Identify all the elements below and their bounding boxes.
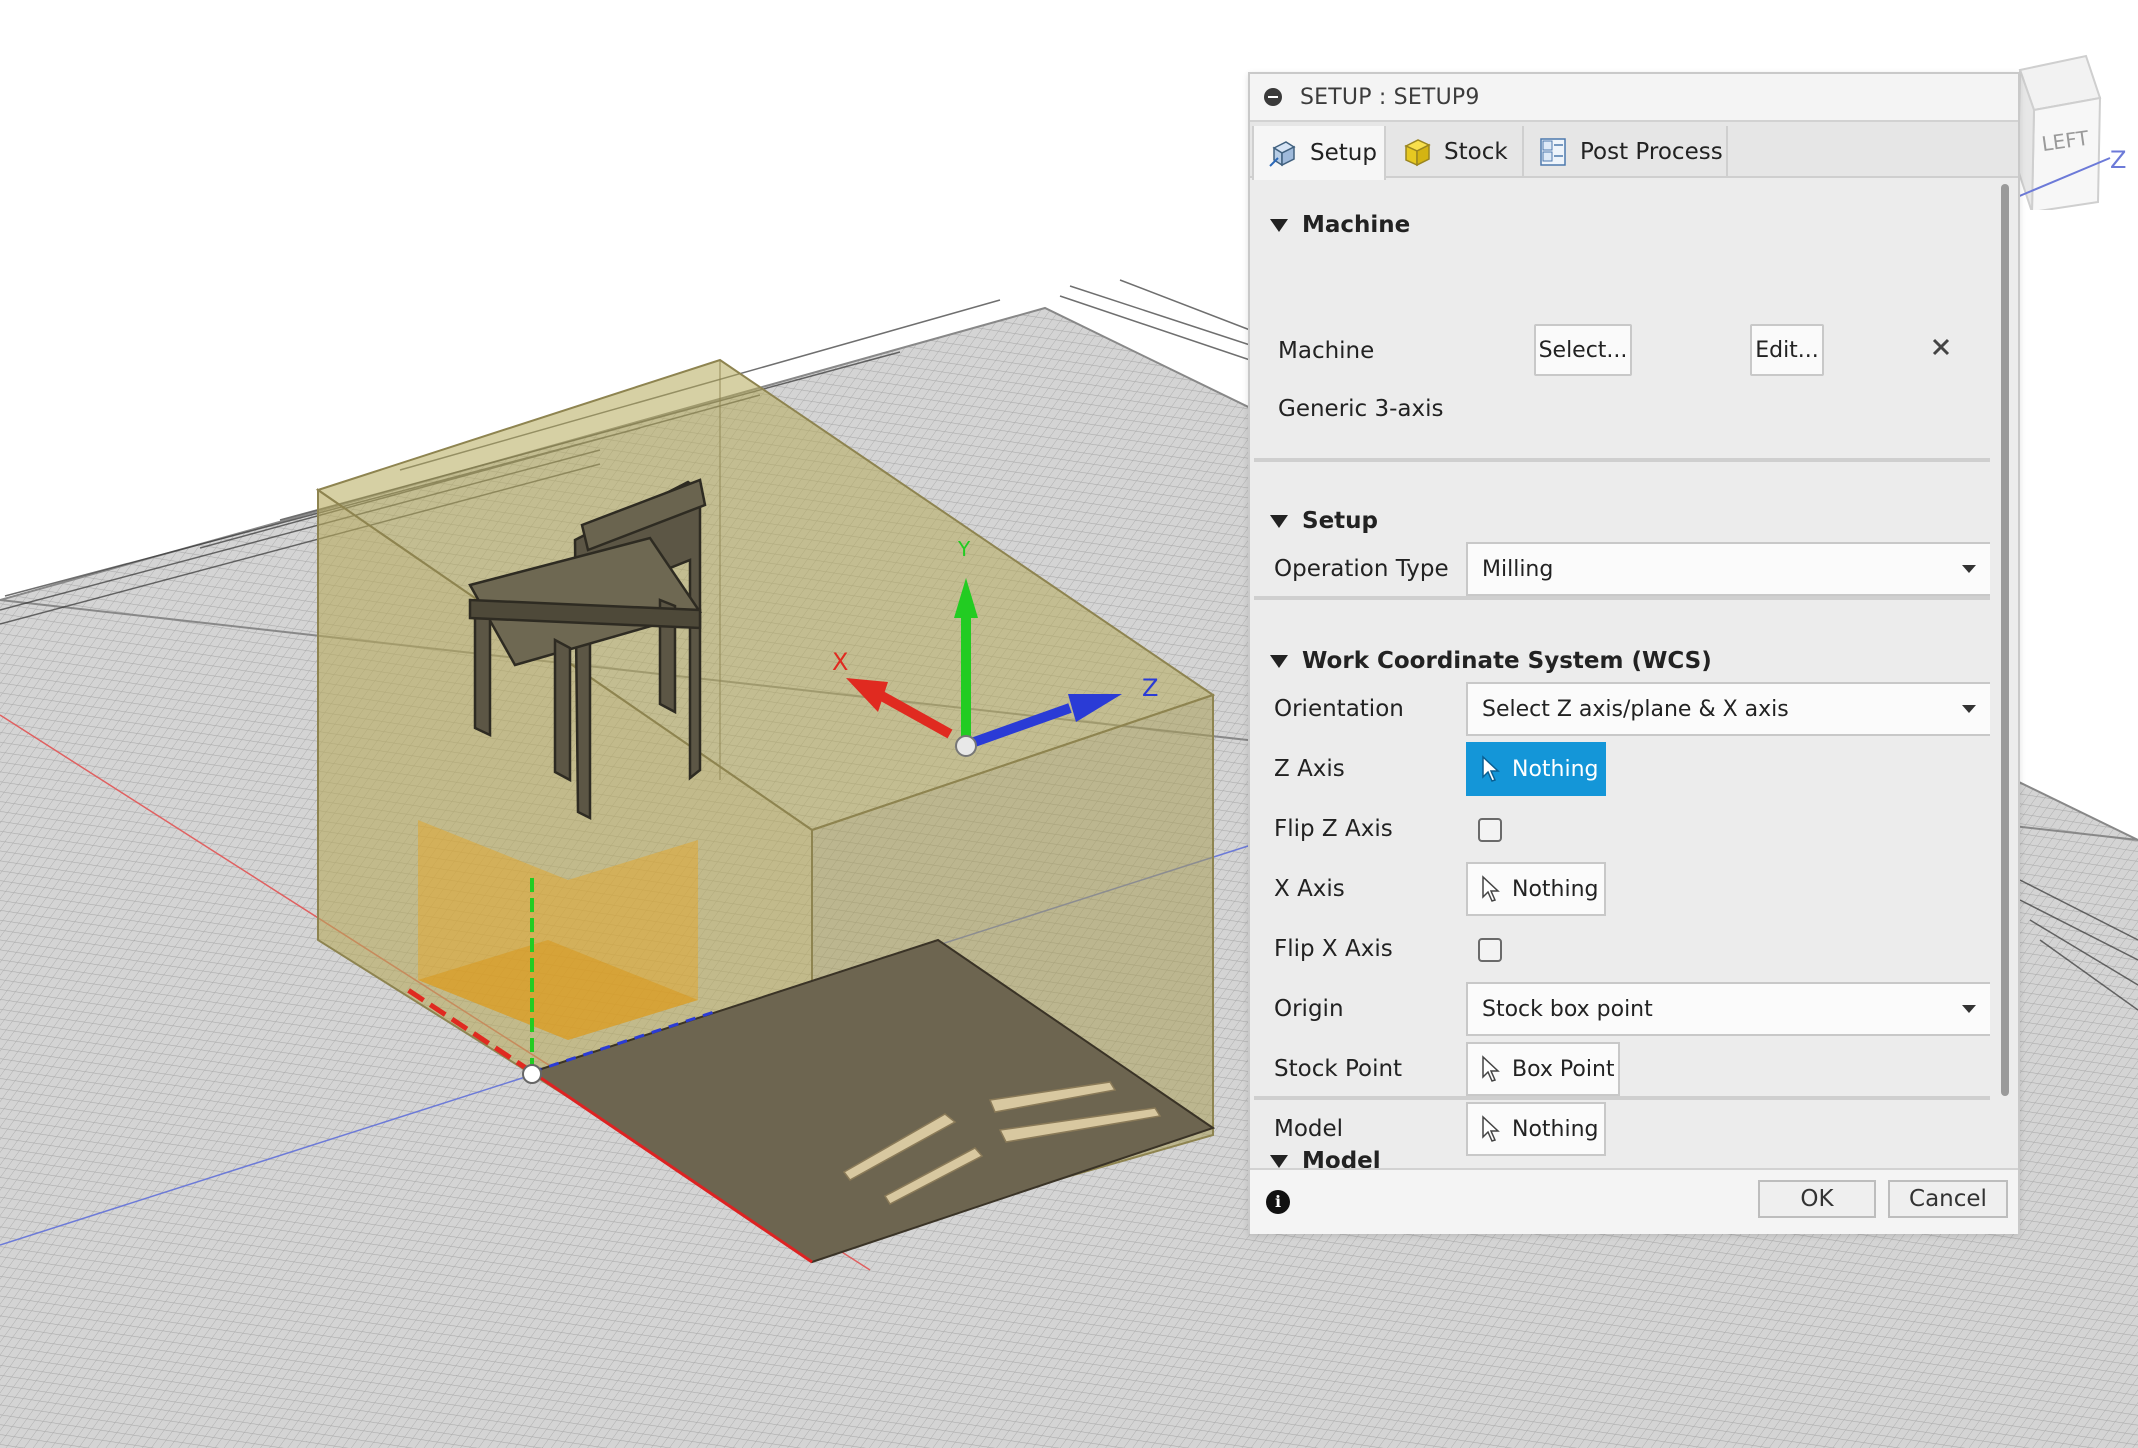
setup-tab-body: Machine Machine Select... Edit... Generi…: [1250, 178, 1990, 1168]
cursor-icon: [1480, 875, 1502, 903]
operation-type-label: Operation Type: [1274, 556, 1449, 582]
flip-x-axis-label: Flip X Axis: [1274, 936, 1393, 962]
x-axis-label: X: [832, 648, 848, 676]
x-axis-value: Nothing: [1512, 876, 1599, 902]
cursor-icon: [1480, 1115, 1502, 1143]
collapse-icon[interactable]: [1264, 88, 1282, 106]
post-process-icon: [1538, 137, 1568, 167]
setup-section-title: Setup: [1302, 508, 1378, 534]
stock-point-value: Box Point: [1512, 1056, 1615, 1082]
z-axis-value: Nothing: [1512, 756, 1599, 782]
info-icon[interactable]: i: [1266, 1190, 1290, 1214]
dropdown-arrow-icon: [1962, 1005, 1976, 1013]
dropdown-arrow-icon: [1962, 565, 1976, 573]
tab-stock-label: Stock: [1444, 139, 1508, 165]
tab-setup-label: Setup: [1310, 140, 1377, 166]
orientation-value: Select Z axis/plane & X axis: [1482, 696, 1789, 722]
x-axis-label: X Axis: [1274, 876, 1345, 902]
tab-post-process[interactable]: Post Process: [1524, 126, 1728, 178]
machine-select-button[interactable]: Select...: [1534, 324, 1632, 376]
machine-section-header[interactable]: Machine: [1250, 200, 1990, 250]
setup-icon: [1268, 138, 1298, 168]
setup-section-header[interactable]: Setup: [1250, 496, 1990, 546]
collapse-triangle-icon: [1270, 1154, 1288, 1168]
orientation-dropdown[interactable]: Select Z axis/plane & X axis: [1466, 682, 1990, 736]
origin-label: Origin: [1274, 996, 1344, 1022]
scrollbar-thumb[interactable]: [2001, 184, 2009, 1096]
z-axis-label: Z: [1142, 674, 1158, 702]
wcs-section-title: Work Coordinate System (WCS): [1302, 648, 1712, 674]
dialog-tabs: Setup Stock Post Process: [1250, 122, 2018, 180]
close-icon[interactable]: [1926, 332, 1956, 362]
setup-dialog: SETUP : SETUP9 Setup Stock Post Process …: [1248, 72, 2020, 1234]
collapse-triangle-icon: [1270, 654, 1288, 668]
machine-edit-button[interactable]: Edit...: [1750, 324, 1824, 376]
model-selector[interactable]: Nothing: [1466, 1102, 1606, 1156]
cursor-icon: [1480, 1055, 1502, 1083]
machine-section-title: Machine: [1302, 212, 1411, 238]
model-label: Model: [1274, 1116, 1344, 1142]
machine-label: Machine: [1278, 338, 1375, 364]
stock-point-selector[interactable]: Box Point: [1466, 1042, 1620, 1096]
origin-value: Stock box point: [1482, 996, 1653, 1022]
section-divider: [1254, 596, 1990, 600]
model-section-header[interactable]: Model: [1250, 1136, 1990, 1168]
flip-z-axis-checkbox[interactable]: [1478, 818, 1502, 842]
collapse-triangle-icon: [1270, 514, 1288, 528]
operation-type-value: Milling: [1482, 556, 1554, 582]
machine-name: Generic 3-axis: [1278, 396, 1444, 422]
y-axis-label: Y: [957, 537, 971, 561]
model-section-title: Model: [1302, 1148, 1381, 1168]
wcs-section-header[interactable]: Work Coordinate System (WCS): [1250, 636, 1990, 686]
collapse-triangle-icon: [1270, 218, 1288, 232]
model-value: Nothing: [1512, 1116, 1599, 1142]
ok-button[interactable]: OK: [1758, 1180, 1876, 1218]
operation-type-dropdown[interactable]: Milling: [1466, 542, 1990, 596]
stock-icon: [1402, 137, 1432, 167]
dropdown-arrow-icon: [1962, 705, 1976, 713]
origin-dropdown[interactable]: Stock box point: [1466, 982, 1990, 1036]
orientation-label: Orientation: [1274, 696, 1404, 722]
x-axis-selector[interactable]: Nothing: [1466, 862, 1606, 916]
z-axis-selector[interactable]: Nothing: [1466, 742, 1606, 796]
tab-post-process-label: Post Process: [1580, 139, 1723, 165]
cursor-icon: [1480, 755, 1502, 783]
dialog-footer: i OK Cancel: [1250, 1168, 2018, 1234]
section-divider: [1254, 458, 1990, 462]
dialog-scrollbar[interactable]: [2000, 184, 2010, 1164]
tab-setup[interactable]: Setup: [1252, 126, 1386, 180]
tab-stock[interactable]: Stock: [1388, 126, 1524, 178]
flip-x-axis-checkbox[interactable]: [1478, 938, 1502, 962]
viewcube-axis-label: Z: [2110, 146, 2126, 174]
section-divider: [1254, 1096, 1990, 1100]
flip-z-axis-label: Flip Z Axis: [1274, 816, 1393, 842]
dialog-title: SETUP : SETUP9: [1300, 84, 1480, 110]
stock-point-label: Stock Point: [1274, 1056, 1403, 1082]
cancel-button[interactable]: Cancel: [1888, 1180, 2008, 1218]
dialog-titlebar[interactable]: SETUP : SETUP9: [1250, 74, 2018, 122]
z-axis-label: Z Axis: [1274, 756, 1345, 782]
